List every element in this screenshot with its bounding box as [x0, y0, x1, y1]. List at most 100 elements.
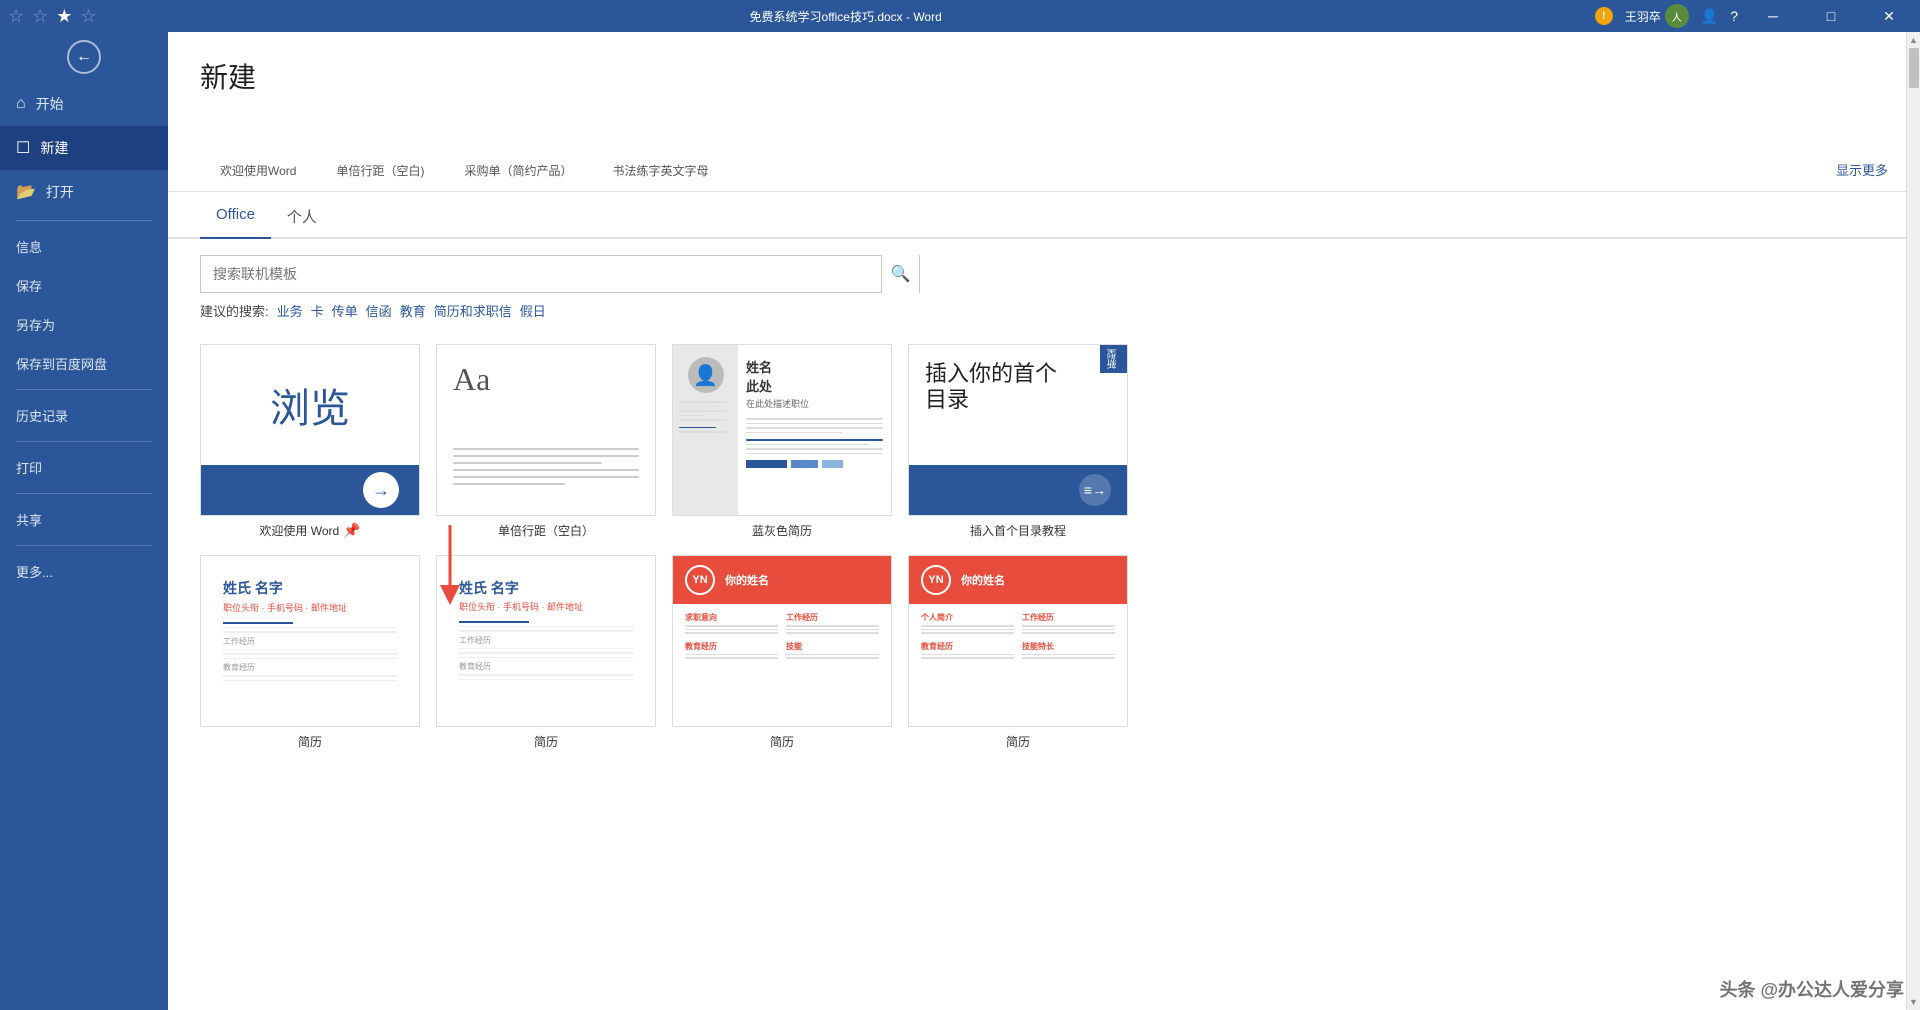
sidebar-item-save-as[interactable]: 另存为 [0, 305, 168, 344]
sidebar-item-save-baidu[interactable]: 保存到百度网盘 [0, 344, 168, 383]
scroll-thumb[interactable] [1909, 48, 1919, 88]
scroll-down-arrow[interactable]: ▼ [1909, 994, 1918, 1010]
yn1-line8 [685, 657, 778, 659]
sidebar-item-open[interactable]: 📂 打开 [0, 170, 168, 214]
resume-sub: 在此处描述职位 [746, 397, 883, 410]
new-badge: 新型 [1100, 345, 1127, 373]
scrollbar[interactable]: ▲ ▼ [1906, 32, 1920, 1010]
template-card-toc[interactable]: 新型 插入你的首个目录 ≡→ 插入首个目录教程 [908, 344, 1128, 539]
blank-lines [453, 448, 639, 490]
scroll-up-arrow[interactable]: ▲ [1909, 32, 1918, 48]
show-more-button[interactable]: 显示更多 [1836, 160, 1888, 179]
open-icon: 📂 [16, 182, 36, 202]
strip-item-1[interactable]: 欢迎使用Word [200, 162, 316, 191]
page-title: 新建 [200, 56, 1888, 96]
yn1-col4: 技能 [786, 641, 879, 661]
sidebar-item-new-label: 新建 [40, 138, 68, 158]
yn1-line3 [685, 632, 778, 634]
sidebar-item-more[interactable]: 更多... [0, 552, 168, 591]
star-icon-4[interactable]: ☆ [80, 6, 96, 27]
sidebar-divider-3 [16, 441, 152, 442]
tab-office[interactable]: Office [200, 196, 271, 239]
rr-bars [746, 460, 883, 468]
r2a-name: 姓氏 名字 [223, 578, 397, 598]
close-button[interactable]: ✕ [1866, 0, 1912, 32]
suggest-link-5[interactable]: 教育 [400, 301, 426, 320]
r2a-line-8 [223, 680, 397, 682]
yn1-line4 [786, 625, 879, 627]
tabs-section: Office 个人 [168, 196, 1920, 239]
suggest-link-6[interactable]: 简历和求职信 [434, 301, 512, 320]
strip-item-3[interactable]: 采购单（简约产品） [444, 162, 592, 191]
blank-line-3 [453, 462, 602, 464]
template-card-resume-blue[interactable]: 👤 姓名此处 [672, 344, 892, 539]
template-strip: 欢迎使用Word 单倍行距（空白) 采购单（简约产品） 书法练字英文字母 显示更… [168, 112, 1920, 192]
resume-left-lines [679, 401, 732, 436]
search-button[interactable]: 🔍 [881, 255, 919, 293]
search-input[interactable] [201, 266, 881, 282]
r2a-content: 姓氏 名字 职位头衔 · 手机号码 · 邮件地址 工作经历 教育经历 [211, 566, 409, 696]
template-card-welcome[interactable]: 浏览 → 欢迎使用 Word 📌 [200, 344, 420, 539]
sidebar-item-new[interactable]: ☐ 新建 [0, 126, 168, 170]
strip-item-2[interactable]: 单倍行距（空白) [316, 162, 444, 191]
yn1-label-2: 工作经历 [786, 612, 879, 623]
sidebar-item-home[interactable]: ⌂ 开始 [0, 82, 168, 126]
rr-bar1 [746, 460, 787, 468]
yn1-line5 [786, 629, 879, 631]
yn2-col4: 技能特长 [1022, 641, 1115, 661]
yn2-line9 [1022, 654, 1115, 656]
help-icon[interactable]: ? [1730, 8, 1738, 24]
template-card-resume2a[interactable]: 姓氏 名字 职位头衔 · 手机号码 · 邮件地址 工作经历 教育经历 [200, 555, 420, 750]
template-thumb-toc: 新型 插入你的首个目录 ≡→ [908, 344, 1128, 516]
rl-5 [679, 419, 727, 421]
search-box: 🔍 [200, 255, 920, 293]
template-label-toc: 插入首个目录教程 [908, 522, 1128, 539]
template-card-resume2b[interactable]: 姓氏 名字 职位头衔 · 手机号码 · 邮件地址 工作经历 教育经历 [436, 555, 656, 750]
yn2-label-2: 工作经历 [1022, 612, 1115, 623]
strip-item-4[interactable]: 书法练字英文字母 [592, 162, 728, 191]
avatar[interactable]: 人 [1665, 4, 1689, 28]
sidebar-item-history[interactable]: 历史记录 [0, 396, 168, 435]
maximize-button[interactable]: □ [1808, 0, 1854, 32]
template-grid: 浏览 → 欢迎使用 Word 📌 Aa [168, 332, 1920, 1010]
titlebar-title: 免费系统学习office技巧.docx - Word [97, 8, 1595, 25]
r2a-line-5 [223, 653, 397, 655]
template-card-blank[interactable]: Aa 单倍行距（空白） [436, 344, 656, 539]
r2b-line-4 [459, 648, 633, 650]
star-icon-3[interactable]: ★ [56, 6, 72, 27]
pin-icon-welcome[interactable]: 📌 [343, 522, 360, 539]
sidebar-item-save[interactable]: 保存 [0, 266, 168, 305]
r2a-line-2 [223, 627, 397, 629]
tab-personal[interactable]: 个人 [271, 196, 333, 239]
template-card-yn2[interactable]: YN 你的姓名 个人简介 [908, 555, 1128, 750]
r2b-line-8 [459, 679, 633, 681]
template-label-yn1: 简历 [672, 733, 892, 750]
sidebar-item-share[interactable]: 共享 [0, 500, 168, 539]
template-card-yn1[interactable]: YN 你的姓名 求职意向 [672, 555, 892, 750]
minimize-button[interactable]: ─ [1750, 0, 1796, 32]
r2a-line-4 [223, 649, 397, 651]
yn2-line6 [1022, 632, 1115, 634]
suggest-link-1[interactable]: 业务 [277, 301, 303, 320]
sidebar-item-info[interactable]: 信息 [0, 227, 168, 266]
sidebar-item-print[interactable]: 打印 [0, 448, 168, 487]
yn2-body: 个人简介 工作经历 [909, 604, 1127, 674]
suggest-link-2[interactable]: 卡 [311, 301, 324, 320]
yn1-col3: 教育经历 [685, 641, 778, 661]
people-icon[interactable]: 👤 [1701, 8, 1718, 25]
r2a-line-7 [223, 675, 397, 677]
back-button[interactable]: ← [0, 32, 168, 82]
star-icon-1[interactable]: ☆ [8, 6, 24, 27]
suggest-link-3[interactable]: 传单 [332, 301, 358, 320]
rl-1 [679, 401, 727, 403]
rr-3 [746, 427, 883, 429]
scroll-track[interactable] [1909, 48, 1919, 994]
suggest-link-4[interactable]: 信函 [366, 301, 392, 320]
resume-name: 姓名此处 [746, 357, 883, 395]
yn2-row2: 教育经历 技能特长 [921, 641, 1115, 661]
suggest-link-7[interactable]: 假日 [520, 301, 546, 320]
r2b-line-2 [459, 626, 633, 628]
yn1-label-3: 教育经历 [685, 641, 778, 652]
star-icon-2[interactable]: ☆ [32, 6, 48, 27]
welcome-preview-bottom: → [201, 465, 419, 515]
